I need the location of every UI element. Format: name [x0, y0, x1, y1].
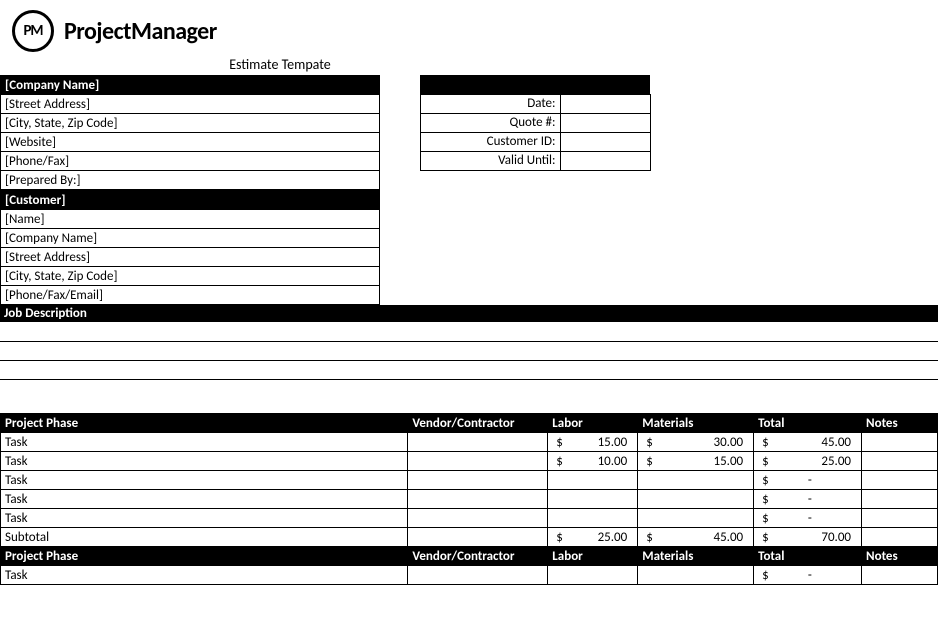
company-citystate[interactable]: [City, State, Zip Code] — [1, 114, 380, 133]
notes-cell[interactable] — [862, 433, 938, 452]
notes-cell[interactable] — [862, 490, 938, 509]
customer-phone[interactable]: [Phone/Fax/Email] — [1, 286, 380, 305]
brand-name: ProjectManager — [64, 17, 217, 46]
materials-cell[interactable] — [638, 566, 754, 585]
total-cell: $- — [754, 566, 862, 585]
total-cell: $- — [754, 471, 862, 490]
subtotal-materials: $45.00 — [638, 528, 754, 547]
notes-cell[interactable] — [862, 509, 938, 528]
table-row: Task $- — [1, 509, 938, 528]
notes-cell[interactable] — [862, 452, 938, 471]
labor-cell[interactable] — [548, 509, 638, 528]
col-vendor: Vendor/Contractor — [408, 547, 548, 566]
table-row: Task $15.00$30.00$45.00 — [1, 433, 938, 452]
customer-name[interactable]: [Name] — [1, 210, 380, 229]
phase2-header-row: Project Phase Vendor/Contractor Labor Ma… — [1, 547, 938, 566]
company-header: [Company Name] — [1, 76, 380, 95]
labor-cell[interactable] — [548, 566, 638, 585]
customer-block: [Customer] [Name] [Company Name] [Street… — [0, 190, 380, 305]
notes-cell[interactable] — [862, 566, 938, 585]
total-cell: $- — [754, 509, 862, 528]
quote-value[interactable] — [560, 113, 650, 132]
brand-header: PM ProjectManager — [0, 0, 942, 52]
table-row: Task $- — [1, 490, 938, 509]
vendor-cell[interactable] — [408, 433, 548, 452]
document-title: Estimate Tempate — [0, 56, 560, 73]
col-vendor: Vendor/Contractor — [408, 414, 548, 433]
subtotal-labor: $25.00 — [548, 528, 638, 547]
col-total: Total — [754, 547, 862, 566]
subtotal-total: $70.00 — [754, 528, 862, 547]
logo-icon: PM — [12, 10, 54, 52]
customer-citystate[interactable]: [City, State, Zip Code] — [1, 267, 380, 286]
labor-cell[interactable]: $10.00 — [548, 452, 638, 471]
materials-cell[interactable] — [638, 471, 754, 490]
task-cell[interactable]: Task — [1, 490, 408, 509]
company-block: [Company Name] [Street Address] [City, S… — [0, 75, 380, 190]
table-row: Task $- — [1, 471, 938, 490]
customer-street[interactable]: [Street Address] — [1, 248, 380, 267]
labor-cell[interactable]: $15.00 — [548, 433, 638, 452]
company-preparedby[interactable]: [Prepared By:] — [1, 171, 380, 190]
vendor-cell[interactable] — [408, 490, 548, 509]
job-line[interactable] — [0, 360, 938, 379]
quote-details: Date: Quote #: Customer ID: Valid Until: — [380, 75, 651, 171]
customerid-value[interactable] — [560, 132, 650, 151]
task-cell[interactable]: Task — [1, 509, 408, 528]
col-phase: Project Phase — [1, 547, 408, 566]
vendor-cell[interactable] — [408, 471, 548, 490]
materials-cell[interactable]: $15.00 — [638, 452, 754, 471]
job-description-header: Job Description — [0, 305, 938, 322]
task-cell[interactable]: Task — [1, 452, 408, 471]
company-phone[interactable]: [Phone/Fax] — [1, 152, 380, 171]
col-notes: Notes — [862, 414, 938, 433]
date-value[interactable] — [560, 94, 650, 113]
date-label: Date: — [420, 94, 560, 113]
job-description-lines — [0, 322, 938, 413]
materials-cell[interactable] — [638, 490, 754, 509]
notes-cell[interactable] — [862, 471, 938, 490]
col-labor: Labor — [548, 547, 638, 566]
materials-cell[interactable]: $30.00 — [638, 433, 754, 452]
vendor-cell[interactable] — [408, 509, 548, 528]
validuntil-value[interactable] — [560, 151, 650, 170]
labor-cell[interactable] — [548, 471, 638, 490]
subtotal-row: Subtotal $25.00 $45.00 $70.00 — [1, 528, 938, 547]
customer-header: [Customer] — [1, 191, 380, 210]
customerid-label: Customer ID: — [420, 132, 560, 151]
col-total: Total — [754, 414, 862, 433]
job-line[interactable] — [0, 322, 938, 341]
task-cell[interactable]: Task — [1, 433, 408, 452]
materials-cell[interactable] — [638, 509, 754, 528]
col-notes: Notes — [862, 547, 938, 566]
task-cell[interactable]: Task — [1, 471, 408, 490]
table-row: Task $- — [1, 566, 938, 585]
vendor-cell[interactable] — [408, 566, 548, 585]
validuntil-label: Valid Until: — [420, 151, 560, 170]
phase1-header-row: Project Phase Vendor/Contractor Labor Ma… — [1, 414, 938, 433]
job-line[interactable] — [0, 341, 938, 360]
subtotal-label: Subtotal — [1, 528, 408, 547]
phase-table-1: Project Phase Vendor/Contractor Labor Ma… — [0, 413, 938, 585]
task-cell[interactable]: Task — [1, 566, 408, 585]
quote-label: Quote #: — [420, 113, 560, 132]
labor-cell[interactable] — [548, 490, 638, 509]
logo-abbr: PM — [23, 22, 42, 40]
table-row: Task $10.00$15.00$25.00 — [1, 452, 938, 471]
customer-company[interactable]: [Company Name] — [1, 229, 380, 248]
vendor-cell[interactable] — [408, 452, 548, 471]
col-materials: Materials — [638, 547, 754, 566]
total-cell: $- — [754, 490, 862, 509]
col-materials: Materials — [638, 414, 754, 433]
col-phase: Project Phase — [1, 414, 408, 433]
company-street[interactable]: [Street Address] — [1, 95, 380, 114]
col-labor: Labor — [548, 414, 638, 433]
total-cell: $45.00 — [754, 433, 862, 452]
company-website[interactable]: [Website] — [1, 133, 380, 152]
total-cell: $25.00 — [754, 452, 862, 471]
